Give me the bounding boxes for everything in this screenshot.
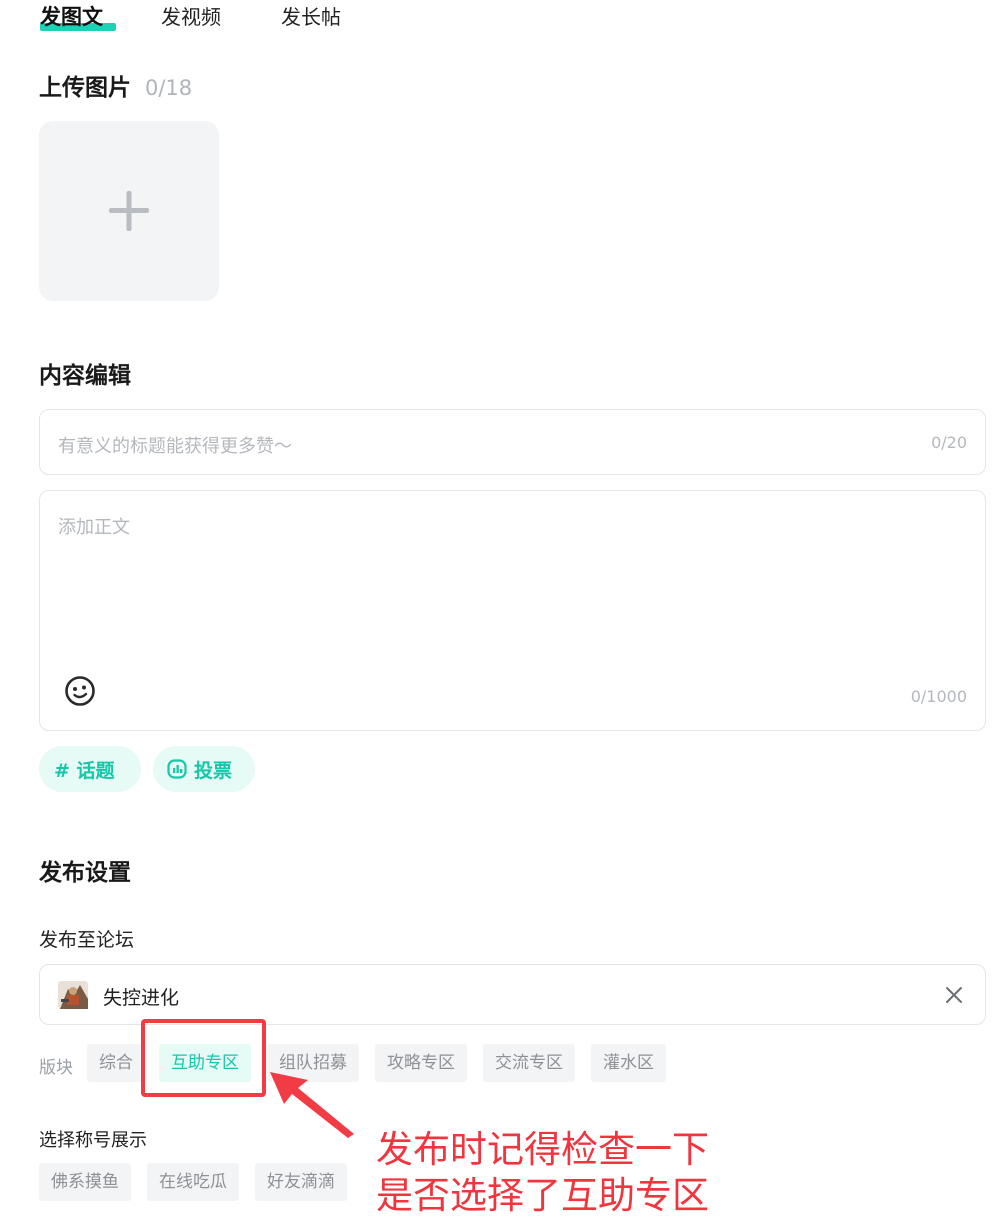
forum-name: 失控进化 [103,987,180,1009]
vote-label: 投票 [194,759,233,782]
tab-label: 发图文 [40,5,103,29]
upload-title-text: 上传图片 [39,75,131,101]
badge-chip[interactable]: 在线吃瓜 [147,1163,239,1201]
section-chip-general[interactable]: 综合 [87,1044,145,1082]
plus-icon [109,191,149,231]
upload-title: 上传图片 0/18 [39,68,192,102]
topic-label: # 话题 [54,759,115,782]
annotation-highlight-box [141,1019,266,1097]
content-title: 内容编辑 [39,363,131,389]
body-char-count: 0/1000 [910,687,967,706]
vote-button[interactable]: 投票 [153,746,255,792]
topic-button[interactable]: # 话题 [39,746,141,792]
body-placeholder: 添加正文 [58,517,130,538]
annotation-line-2: 是否选择了互助专区 [376,1174,709,1217]
close-icon[interactable] [945,986,963,1004]
title-char-count: 0/20 [931,433,967,452]
title-placeholder: 有意义的标题能获得更多赞～ [58,436,292,457]
upload-count: 0/18 [145,76,193,100]
upload-image-button[interactable] [39,121,219,301]
publish-title: 发布设置 [39,860,131,886]
tab-image-text[interactable]: 发图文 [40,4,103,30]
tab-video[interactable]: 发视频 [161,4,221,30]
forum-label: 发布至论坛 [39,929,135,951]
emoji-icon[interactable] [64,675,96,707]
annotation-arrow-icon [270,1072,354,1138]
section-chip-guide[interactable]: 攻略专区 [375,1044,467,1082]
forum-avatar [58,981,88,1009]
badge-chip[interactable]: 佛系摸鱼 [39,1163,131,1201]
section-label: 版块 [39,1058,73,1078]
body-textarea[interactable]: 添加正文 0/1000 [39,490,986,731]
tab-long-post[interactable]: 发长帖 [281,4,341,30]
title-input[interactable]: 有意义的标题能获得更多赞～ 0/20 [39,409,986,475]
forum-select[interactable]: 失控进化 [39,964,986,1025]
badge-chip[interactable]: 好友滴滴 [255,1163,347,1201]
badge-label: 选择称号展示 [39,1130,147,1151]
annotation-line-1: 发布时记得检查一下 [376,1128,709,1171]
vote-icon [167,759,187,779]
section-chip-chat[interactable]: 灌水区 [591,1044,666,1082]
section-chip-exchange[interactable]: 交流专区 [483,1044,575,1082]
